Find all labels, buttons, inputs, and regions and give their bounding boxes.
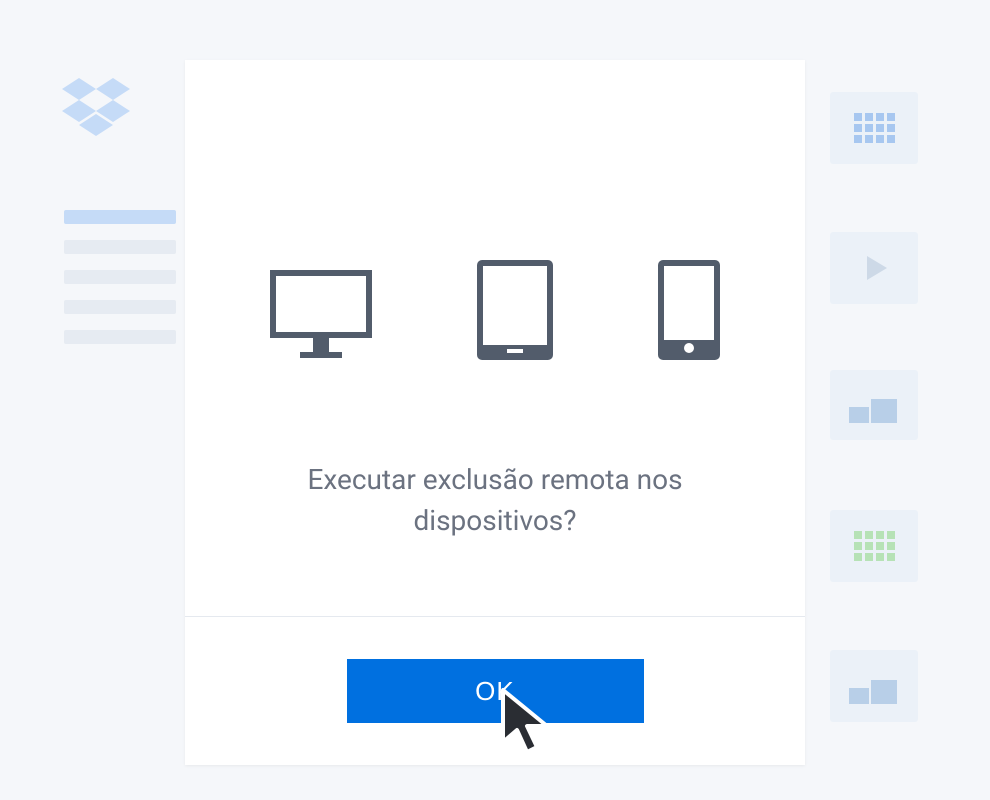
bg-tile-grid-green <box>830 510 918 582</box>
modal-body: Executar exclusão remota nos dispositivo… <box>185 60 805 616</box>
devices-row <box>225 260 765 360</box>
sidebar-skeleton <box>64 210 176 344</box>
ok-button[interactable]: OK <box>347 659 644 723</box>
sidebar-skeleton-line <box>64 240 176 254</box>
sidebar-skeleton-line <box>64 330 176 344</box>
cursor-icon <box>497 684 555 762</box>
modal-footer: OK <box>185 617 805 765</box>
tablet-icon <box>477 260 553 360</box>
sidebar-skeleton-line <box>64 270 176 284</box>
phone-icon <box>658 260 720 360</box>
bg-tile-folder <box>830 650 918 722</box>
modal-question: Executar exclusão remota nos dispositivo… <box>225 460 765 541</box>
remote-wipe-modal: Executar exclusão remota nos dispositivo… <box>185 60 805 765</box>
bg-tile-folder <box>830 370 918 440</box>
dropbox-logo-icon <box>62 78 130 138</box>
sidebar-skeleton-line <box>64 300 176 314</box>
sidebar-skeleton-line <box>64 210 176 224</box>
bg-tile-grid-blue <box>830 92 918 164</box>
play-icon <box>867 256 887 280</box>
bg-tile-play <box>830 232 918 304</box>
monitor-icon <box>270 270 372 360</box>
